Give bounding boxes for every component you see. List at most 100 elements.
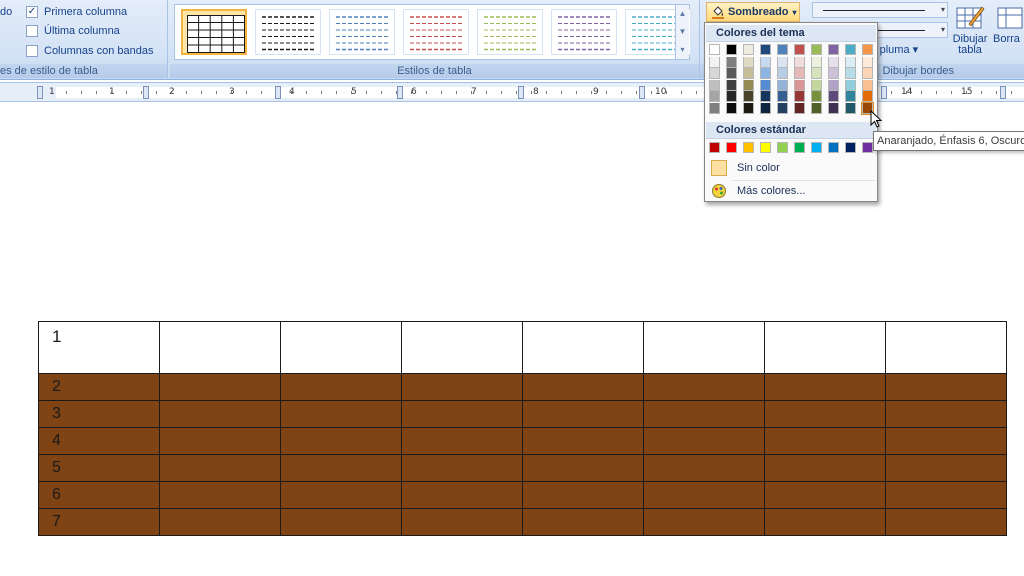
column-marker[interactable] (275, 86, 281, 99)
table-cell[interactable]: 6 (38, 481, 160, 509)
table-cell[interactable] (159, 427, 281, 455)
table-cell[interactable] (401, 321, 523, 374)
standard-color-swatch[interactable] (760, 142, 771, 153)
table-cell[interactable] (280, 321, 402, 374)
table-cell[interactable] (280, 427, 402, 455)
theme-color-swatch[interactable] (743, 68, 754, 79)
table-style-light-shading-accent2[interactable] (403, 9, 469, 55)
theme-color-swatch[interactable] (811, 56, 822, 68)
theme-color-swatch[interactable] (862, 91, 873, 102)
theme-color-swatch[interactable] (845, 56, 856, 68)
theme-color-swatch[interactable] (828, 56, 839, 68)
more-colors-item[interactable]: Más colores... (707, 181, 875, 201)
table-cell[interactable]: 5 (38, 454, 160, 482)
table-cell[interactable] (522, 373, 644, 401)
theme-color-swatch[interactable] (794, 79, 805, 91)
theme-color-swatch[interactable] (828, 79, 839, 91)
table-style-light-shading-accent1[interactable] (329, 9, 395, 55)
standard-color-swatch[interactable] (845, 142, 856, 153)
table-cell[interactable] (643, 454, 765, 482)
theme-color-swatch[interactable] (845, 44, 856, 55)
theme-color-swatch[interactable] (709, 44, 720, 55)
table-style-grid-plain[interactable] (181, 9, 247, 55)
first-column-option[interactable]: ✓ Primera columna (26, 3, 127, 21)
theme-color-swatch[interactable] (777, 44, 788, 55)
table-cell[interactable] (764, 321, 886, 374)
theme-color-swatch[interactable] (794, 44, 805, 55)
table-cell[interactable] (885, 373, 1007, 401)
theme-color-swatch[interactable] (777, 91, 788, 102)
theme-color-swatch[interactable] (845, 79, 856, 91)
table-cell[interactable] (643, 321, 765, 374)
last-column-option[interactable]: Última columna (26, 22, 120, 40)
table-cell[interactable] (159, 321, 281, 374)
draw-table-button[interactable]: Dibujar tabla (950, 4, 990, 62)
table-cell[interactable] (764, 373, 886, 401)
table-cell[interactable] (522, 481, 644, 509)
table-cell[interactable] (764, 400, 886, 428)
table-cell[interactable] (280, 481, 402, 509)
theme-color-swatch[interactable] (845, 68, 856, 79)
theme-color-swatch[interactable] (777, 79, 788, 91)
theme-color-swatch[interactable] (709, 91, 720, 102)
table-cell[interactable] (280, 508, 402, 536)
column-marker[interactable] (397, 86, 403, 99)
document-table[interactable]: 1234567 (38, 321, 1007, 536)
table-cell[interactable] (885, 427, 1007, 455)
theme-color-swatch[interactable] (862, 79, 873, 91)
table-cell[interactable] (401, 427, 523, 455)
theme-color-swatch[interactable] (760, 91, 771, 102)
header-row-option-fragment[interactable]: do (0, 3, 12, 21)
standard-color-swatch[interactable] (828, 142, 839, 153)
table-cell[interactable] (401, 508, 523, 536)
table-cell[interactable] (643, 373, 765, 401)
table-cell[interactable] (159, 400, 281, 428)
theme-color-swatch[interactable] (726, 68, 737, 79)
table-cell[interactable] (280, 373, 402, 401)
theme-color-swatch[interactable] (726, 79, 737, 91)
table-style-light-shading[interactable] (255, 9, 321, 55)
theme-color-swatch[interactable] (811, 102, 822, 114)
theme-color-swatch[interactable] (828, 91, 839, 102)
table-cell[interactable] (885, 321, 1007, 374)
theme-color-swatch[interactable] (845, 91, 856, 102)
table-cell[interactable] (522, 454, 644, 482)
column-marker[interactable] (881, 86, 887, 99)
theme-color-swatch[interactable] (794, 56, 805, 68)
theme-color-swatch[interactable] (709, 56, 720, 68)
theme-color-swatch[interactable] (709, 102, 720, 114)
theme-color-swatch[interactable] (726, 56, 737, 68)
table-cell[interactable] (522, 427, 644, 455)
table-cell[interactable]: 7 (38, 508, 160, 536)
last-column-checkbox[interactable] (26, 25, 38, 37)
theme-color-swatch[interactable] (726, 102, 737, 114)
theme-color-swatch[interactable] (760, 68, 771, 79)
standard-color-swatch[interactable] (726, 142, 737, 153)
theme-color-swatch[interactable] (777, 102, 788, 114)
theme-color-swatch[interactable] (811, 91, 822, 102)
standard-color-swatch[interactable] (777, 142, 788, 153)
table-cell[interactable]: 4 (38, 427, 160, 455)
table-cell[interactable]: 2 (38, 373, 160, 401)
theme-color-swatch[interactable] (862, 44, 873, 55)
table-cell[interactable]: 1 (38, 321, 160, 374)
theme-color-swatch[interactable] (743, 102, 754, 114)
theme-color-swatch[interactable] (760, 79, 771, 91)
table-cell[interactable] (764, 427, 886, 455)
standard-color-swatch[interactable] (862, 142, 873, 153)
theme-color-swatch[interactable] (760, 44, 771, 55)
theme-color-swatch[interactable] (709, 68, 720, 79)
theme-color-swatch[interactable] (709, 79, 720, 91)
theme-color-swatch[interactable] (726, 44, 737, 55)
table-cell[interactable]: 3 (38, 400, 160, 428)
theme-color-swatch[interactable] (760, 102, 771, 114)
table-cell[interactable] (401, 454, 523, 482)
table-cell[interactable] (885, 454, 1007, 482)
banded-columns-option[interactable]: Columnas con bandas (26, 42, 153, 60)
theme-color-swatch[interactable] (811, 79, 822, 91)
table-cell[interactable] (159, 481, 281, 509)
theme-color-swatch[interactable] (726, 91, 737, 102)
theme-color-swatch[interactable] (828, 68, 839, 79)
banded-columns-checkbox[interactable] (26, 45, 38, 57)
theme-color-swatch[interactable] (811, 68, 822, 79)
